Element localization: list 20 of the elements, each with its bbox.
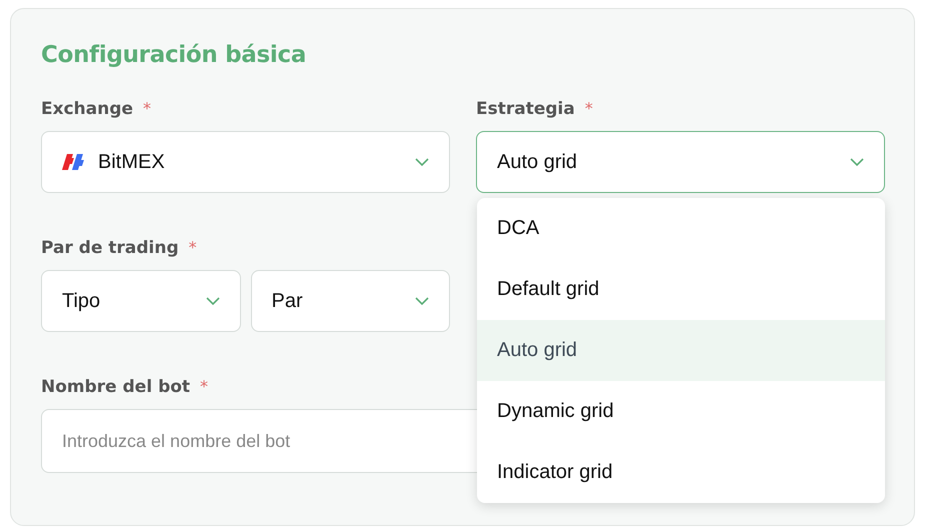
- chevron-down-icon: [850, 158, 864, 166]
- strategy-select[interactable]: Auto grid: [476, 131, 885, 193]
- chevron-down-icon: [415, 297, 429, 305]
- required-mark: *: [143, 99, 152, 118]
- required-mark: *: [188, 238, 197, 257]
- field-label: Nombre del bot: [41, 377, 190, 397]
- section-title: Configuración básica: [41, 42, 308, 68]
- pair-select[interactable]: Tipo: [41, 270, 240, 332]
- dropdown-option[interactable]: Default grid: [477, 259, 885, 320]
- field-label: Par de trading: [41, 238, 179, 258]
- field-label: Exchange: [41, 99, 134, 119]
- chevron-down-icon: [206, 297, 220, 305]
- exchange-select[interactable]: BitMEX: [41, 131, 450, 193]
- field-label: Estrategia: [476, 99, 575, 119]
- dropdown-option[interactable]: DCA: [477, 198, 885, 259]
- dropdown-option[interactable]: Auto grid: [477, 320, 885, 381]
- pair-select[interactable]: Par: [250, 270, 450, 332]
- required-mark: *: [584, 99, 593, 118]
- required-mark: *: [200, 377, 208, 396]
- chevron-down-icon: [415, 158, 429, 166]
